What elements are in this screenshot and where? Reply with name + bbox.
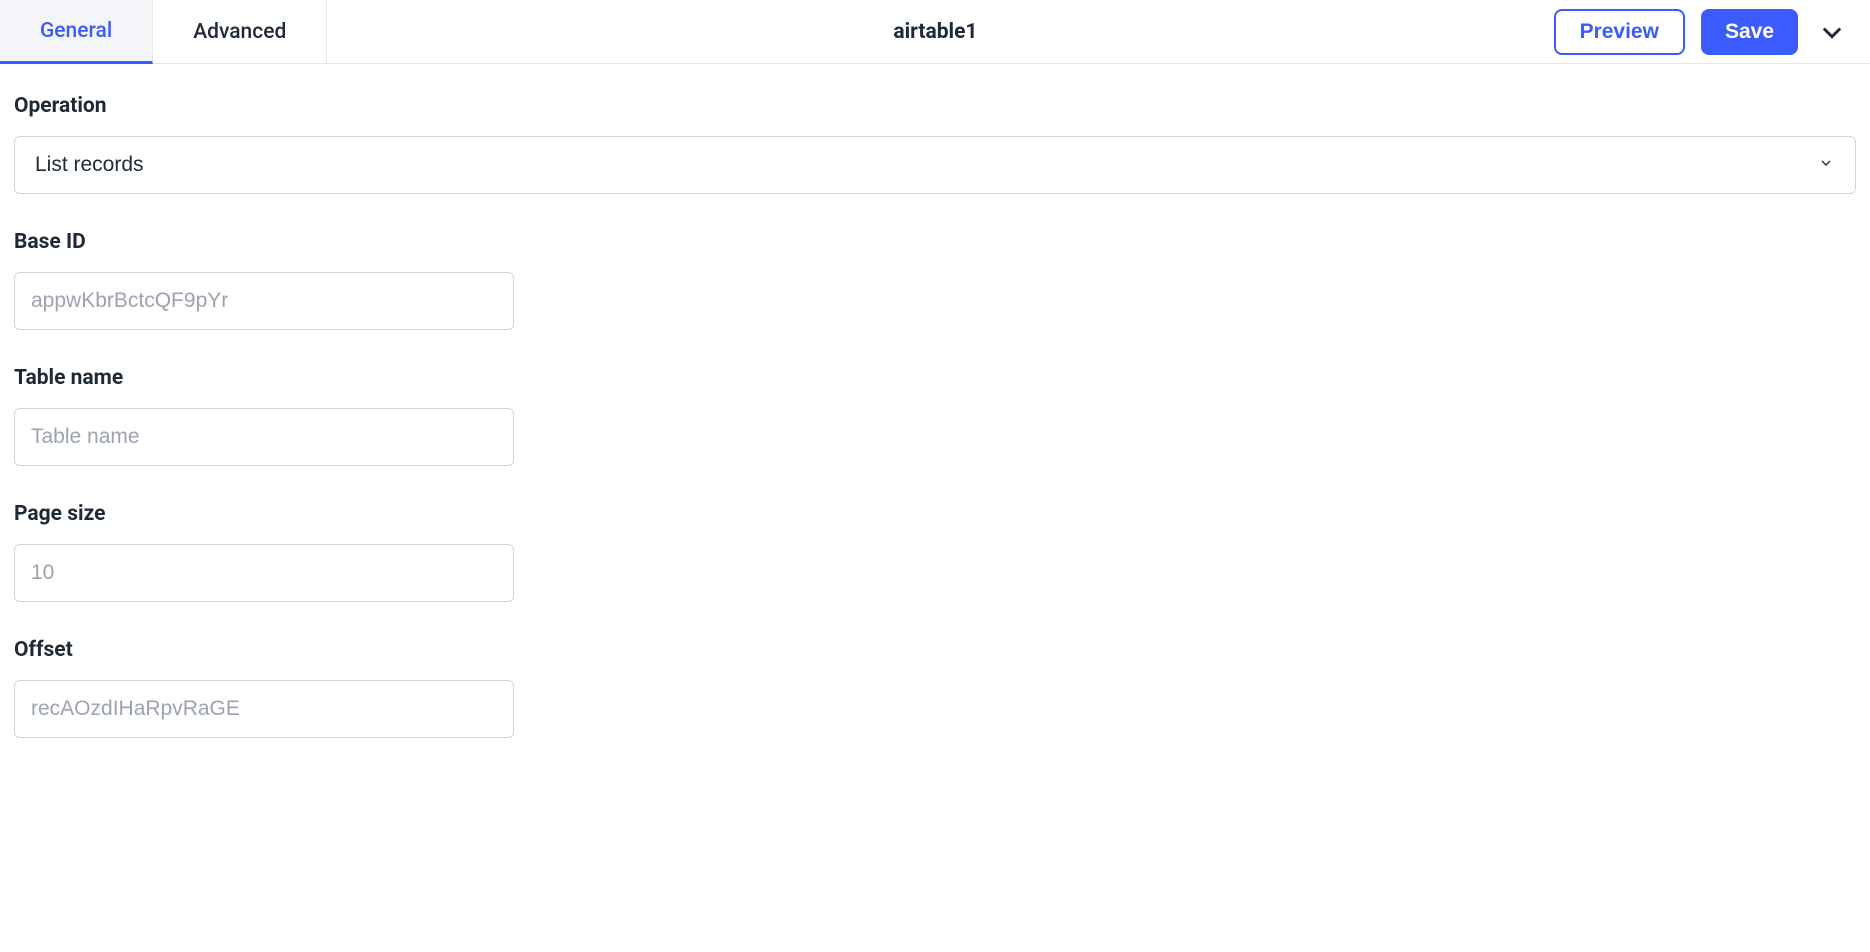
tab-general[interactable]: General: [0, 0, 153, 64]
preview-button[interactable]: Preview: [1554, 9, 1685, 55]
save-button[interactable]: Save: [1701, 9, 1798, 55]
base-id-input[interactable]: [14, 272, 514, 330]
header: General Advanced airtable1 Preview Save: [0, 0, 1870, 64]
page-title: airtable1: [327, 0, 1543, 63]
field-offset: Offset: [14, 638, 1856, 738]
collapse-icon[interactable]: [1814, 14, 1850, 50]
operation-select[interactable]: [14, 136, 1856, 194]
offset-label: Offset: [14, 638, 1856, 662]
header-actions: Preview Save: [1544, 0, 1870, 63]
content: Operation Base ID Table name Page size O…: [0, 64, 1870, 814]
field-page-size: Page size: [14, 502, 1856, 602]
offset-input[interactable]: [14, 680, 514, 738]
field-base-id: Base ID: [14, 230, 1856, 330]
table-name-input[interactable]: [14, 408, 514, 466]
tab-advanced[interactable]: Advanced: [153, 0, 327, 63]
field-table-name: Table name: [14, 366, 1856, 466]
page-size-input[interactable]: [14, 544, 514, 602]
table-name-label: Table name: [14, 366, 1856, 390]
base-id-label: Base ID: [14, 230, 1856, 254]
operation-select-wrap: [14, 136, 1856, 194]
tabs: General Advanced: [0, 0, 327, 63]
page-size-label: Page size: [14, 502, 1856, 526]
field-operation: Operation: [14, 94, 1856, 194]
operation-label: Operation: [14, 94, 1856, 118]
